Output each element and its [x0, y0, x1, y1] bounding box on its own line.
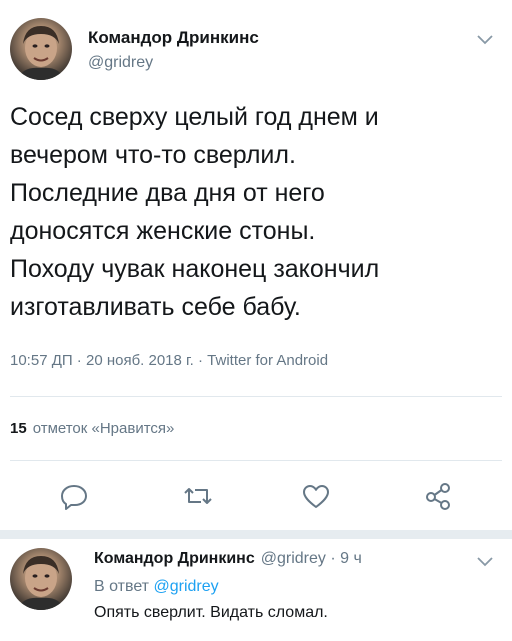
tweet-text-line: Последние два дня от него [10, 179, 325, 207]
chevron-down-icon[interactable] [476, 34, 494, 46]
divider [10, 460, 502, 461]
author-name[interactable]: Командор Дринкинс [88, 28, 259, 48]
reply-to-label: В ответ [94, 578, 150, 595]
reply-author-handle[interactable]: @gridrey [261, 550, 326, 567]
heart-icon [303, 485, 329, 508]
tweet-text-line: изготавливать себе бабу. [10, 293, 301, 321]
like-button[interactable] [298, 478, 334, 514]
reply-to: В ответ @gridrey [94, 578, 219, 596]
reply-text: Опять сверлит. Видать сломал. [94, 604, 328, 621]
retweet-icon [184, 488, 212, 504]
reply-to-handle-link[interactable]: @gridrey [153, 578, 218, 595]
reply-header: Командор Дринкинс @gridrey · 9 ч [94, 550, 362, 568]
divider [10, 396, 502, 397]
likes-summary[interactable]: 15 отметок «Нравится» [10, 420, 174, 437]
tweet-meta[interactable]: 10:57 ДП · 20 нояб. 2018 г. · Twitter fo… [10, 352, 328, 369]
section-separator [0, 530, 512, 539]
share-button[interactable] [420, 478, 456, 514]
reply-icon [61, 485, 87, 510]
reply-author-name[interactable]: Командор Дринкинс [94, 550, 255, 567]
likes-count: 15 [10, 420, 27, 437]
reply-button[interactable] [56, 478, 92, 514]
retweet-button[interactable] [180, 478, 216, 514]
tweet-text-line: вечером что-то сверлил. [10, 141, 296, 169]
share-icon [426, 483, 450, 510]
tweet-text-line: Сосед сверху целый год днем и [10, 103, 379, 131]
author-avatar[interactable] [10, 18, 72, 80]
author-handle[interactable]: @gridrey [88, 54, 153, 72]
tweet-text-line: Походу чувак наконец закончил [10, 255, 380, 283]
reply-author-avatar[interactable] [10, 548, 72, 610]
reply-time[interactable]: · 9 ч [330, 550, 361, 567]
tweet-text-line: доносятся женские стоны. [10, 217, 316, 245]
likes-label: отметок «Нравится» [32, 420, 175, 437]
tweet-text: Сосед сверху целый год днем и вечером чт… [10, 98, 500, 326]
chevron-down-icon[interactable] [476, 556, 494, 568]
action-bar [0, 478, 512, 514]
